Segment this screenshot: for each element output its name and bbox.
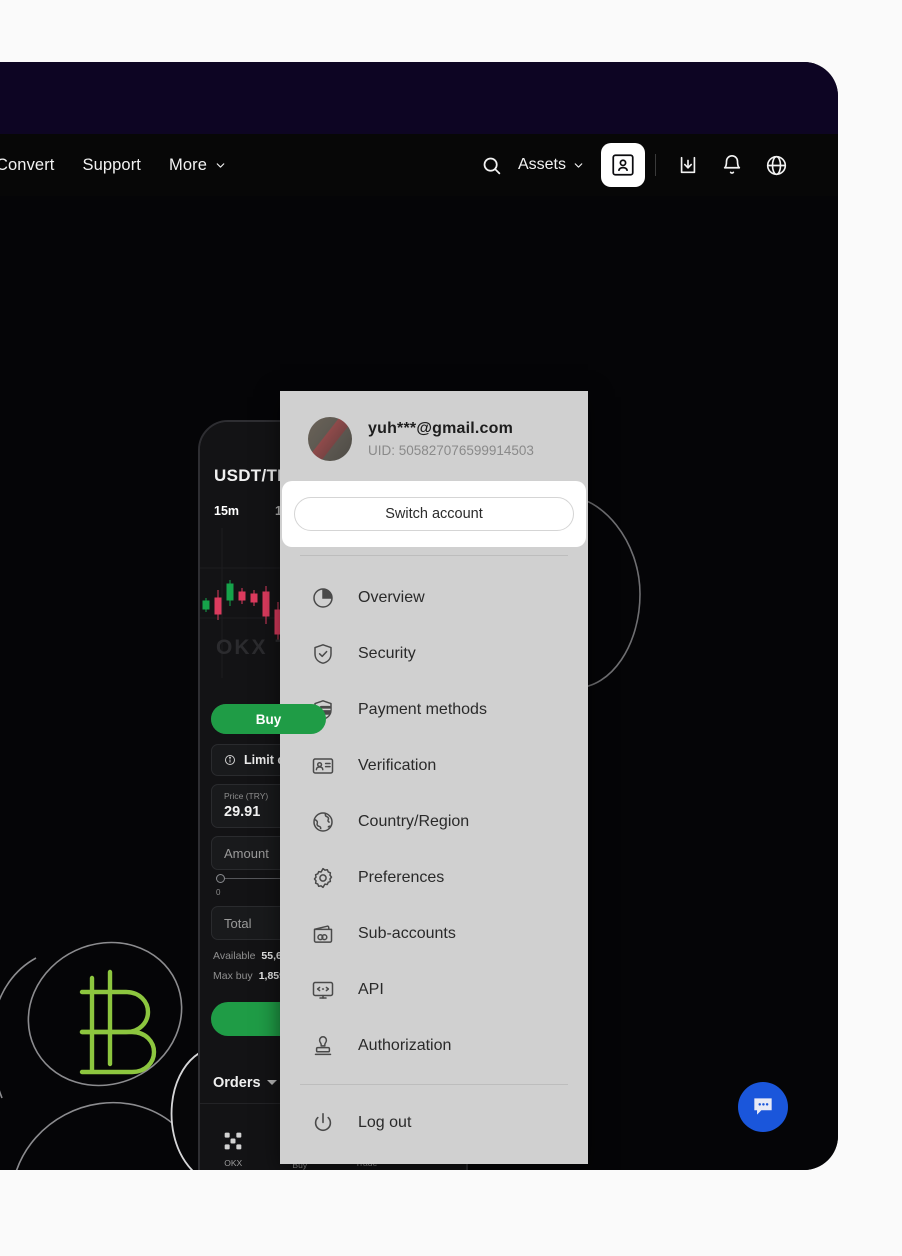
power-icon [310, 1110, 336, 1136]
account-dropdown-menu: yuh***@gmail.com UID: 505827076599914503… [280, 391, 588, 1164]
slider-label-0: 0 [216, 888, 221, 897]
menu-item-label: Verification [358, 757, 437, 774]
nav-actions: Assets [470, 134, 798, 196]
menu-item-label: Sub-accounts [358, 925, 456, 942]
top-banner [0, 62, 838, 134]
notifications-button[interactable] [710, 143, 754, 187]
menu-divider-bottom [300, 1084, 568, 1085]
menu-item-preferences[interactable]: Preferences [280, 850, 588, 906]
account-menu-list: Overview Security Payment methods Verifi… [280, 556, 588, 1151]
wallet-link-icon [310, 921, 336, 947]
nav-divider [655, 154, 656, 176]
slider-handle-0[interactable] [216, 874, 225, 883]
bell-icon [723, 155, 741, 174]
download-button[interactable] [666, 143, 710, 187]
menu-item-label: Country/Region [358, 813, 470, 830]
available-label: Available [213, 950, 256, 962]
page-body: USDT/TRY 15m 1h 4h [0, 196, 838, 1170]
tabbar-label: OKX [224, 1158, 243, 1168]
menu-item-overview[interactable]: Overview [280, 570, 588, 626]
menu-item-label: Preferences [358, 869, 445, 886]
timeframe-15m[interactable]: 15m [214, 504, 239, 518]
chevron-down-icon [266, 1080, 277, 1085]
buy-tab[interactable]: Buy [211, 704, 326, 734]
avatar [308, 417, 352, 461]
nav-link-assets[interactable]: Assets [518, 156, 585, 174]
menu-item-authorization[interactable]: Authorization [280, 1018, 588, 1074]
globe-icon [766, 155, 786, 175]
switch-account-card: Switch account [282, 481, 586, 547]
id-card-icon [310, 753, 336, 779]
nav-link-convert[interactable]: Convert [0, 156, 54, 175]
nav-links: Convert Support More [0, 156, 227, 175]
globe-icon [310, 809, 336, 835]
switch-account-label: Switch account [385, 506, 483, 522]
total-placeholder: Total [224, 915, 252, 931]
screen: Convert Support More Assets USDT/TRY 15m… [0, 0, 902, 1256]
menu-item-payment-methods[interactable]: Payment methods [280, 682, 588, 738]
search-button[interactable] [470, 143, 514, 187]
chevron-down-icon [216, 162, 225, 168]
gear-icon [310, 865, 336, 891]
orders-tab-label: Orders [213, 1074, 261, 1091]
menu-item-sub-accounts[interactable]: Sub-accounts [280, 906, 588, 962]
tabbar-item-okx[interactable]: OKX [200, 1131, 267, 1168]
switch-account-button[interactable]: Switch account [294, 497, 574, 531]
info-icon [225, 755, 235, 765]
grid-icon [224, 1132, 242, 1150]
monitor-code-icon [310, 977, 336, 1003]
nav-link-label: Convert [0, 155, 55, 174]
orders-tab[interactable]: Orders [213, 1075, 277, 1091]
download-icon [680, 156, 696, 174]
profile-button[interactable] [601, 143, 645, 187]
search-icon [484, 157, 501, 174]
account-email: yuh***@gmail.com [368, 420, 514, 437]
amount-placeholder: Amount [224, 845, 269, 861]
menu-item-label: API [358, 981, 384, 998]
shield-check-icon [310, 641, 336, 667]
browser-window: Convert Support More Assets USDT/TRY 15m… [0, 62, 838, 1170]
menu-item-label: Log out [358, 1114, 412, 1131]
chat-bubble-icon [754, 1098, 772, 1115]
menu-item-security[interactable]: Security [280, 626, 588, 682]
menu-item-api[interactable]: API [280, 962, 588, 1018]
max-buy-label: Max buy [213, 970, 253, 982]
language-button[interactable] [754, 143, 798, 187]
account-uid: UID: 505827076599914503 [368, 443, 534, 458]
menu-item-label: Overview [358, 589, 425, 606]
chevron-down-icon [574, 162, 583, 168]
assets-label: Assets [517, 156, 566, 173]
nav-link-more[interactable]: More [169, 156, 227, 175]
stamp-icon [310, 1033, 336, 1059]
menu-item-label: Payment methods [358, 701, 487, 718]
account-summary: yuh***@gmail.com UID: 505827076599914503 [280, 391, 588, 481]
chat-support-button[interactable] [738, 1082, 788, 1132]
nav-link-support[interactable]: Support [82, 156, 141, 175]
menu-item-logout[interactable]: Log out [280, 1095, 588, 1151]
buy-tab-label: Buy [255, 711, 282, 727]
nav-link-label: Support [82, 155, 141, 174]
pie-chart-icon [310, 585, 336, 611]
menu-item-verification[interactable]: Verification [280, 738, 588, 794]
nav-link-label: More [168, 155, 207, 174]
person-icon [612, 154, 634, 176]
menu-item-country-region[interactable]: Country/Region [280, 794, 588, 850]
menu-item-label: Security [358, 645, 416, 662]
top-navbar: Convert Support More Assets [0, 134, 838, 196]
menu-item-label: Authorization [358, 1037, 452, 1054]
